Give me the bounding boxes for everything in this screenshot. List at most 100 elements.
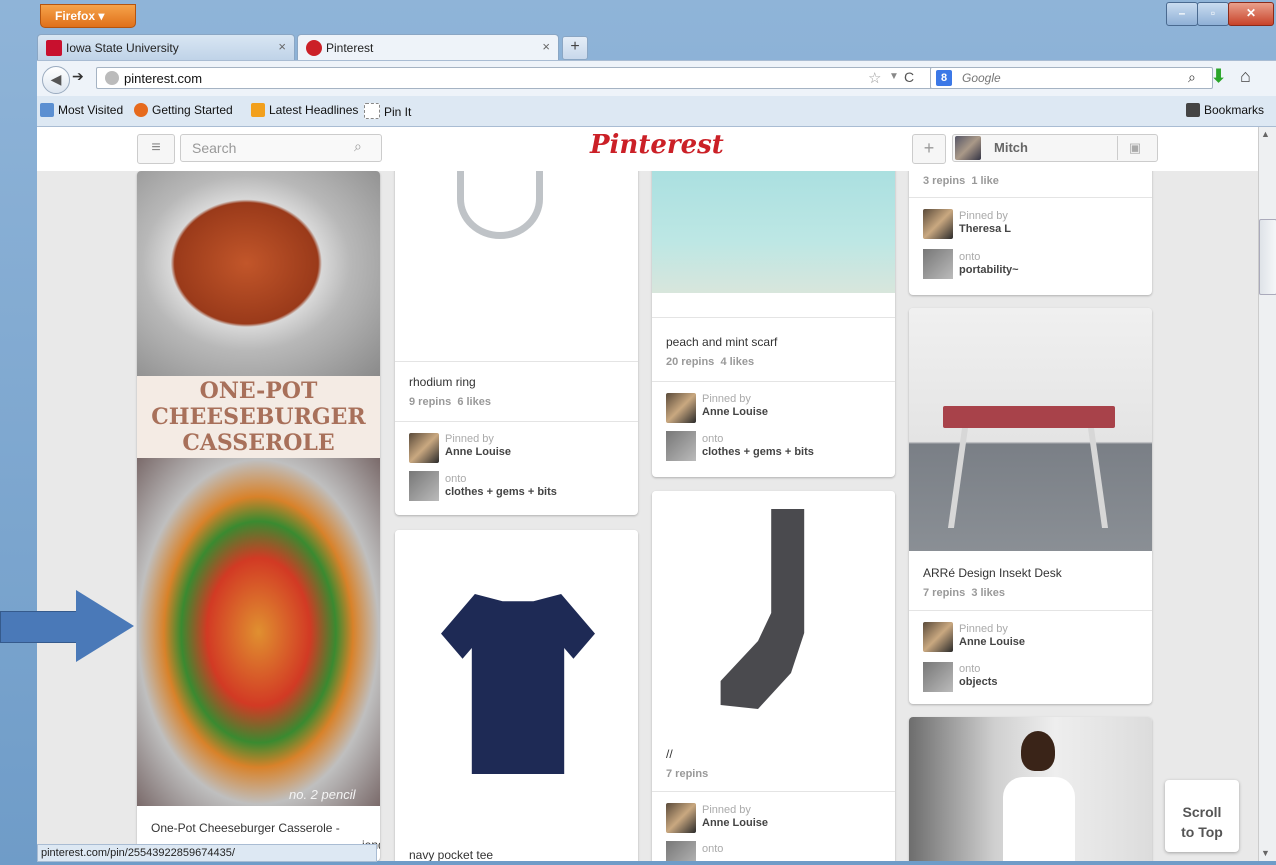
download-icon[interactable]: ⬇	[1211, 66, 1226, 87]
status-bar-url: pinterest.com/pin/25543922859674435/	[37, 844, 377, 862]
board-thumbnail[interactable]	[666, 431, 696, 461]
pin-title[interactable]: ARRé Design Insekt Desk	[923, 566, 1062, 580]
pin-title[interactable]: peach and mint scarf	[666, 335, 777, 349]
onto-label: onto	[959, 663, 981, 675]
isu-favicon-icon	[46, 40, 62, 56]
scarf-image[interactable]	[652, 171, 895, 293]
pin-title[interactable]: //	[666, 747, 673, 761]
scroll-down-arrow-icon[interactable]: ▼	[1261, 848, 1270, 858]
new-tab-button[interactable]: +	[562, 36, 588, 60]
hamburger-menu-icon[interactable]: ≡	[137, 134, 175, 164]
casserole-top-image[interactable]	[137, 171, 380, 376]
onto-label: onto	[702, 433, 724, 445]
scrollbar-thumb[interactable]	[1259, 219, 1276, 295]
page-icon	[364, 103, 380, 119]
maximize-button[interactable]: ▫	[1197, 2, 1229, 26]
url-dropdown-icon[interactable]: ▼	[889, 71, 899, 82]
pin-rhodium-ring[interactable]: rhodium ring 9 repins 6 likes Pinned by …	[395, 171, 638, 515]
pin-theresa[interactable]: 3 repins 1 like Pinned by Theresa L onto…	[909, 171, 1152, 295]
annotation-arrow-head	[76, 590, 134, 662]
url-text[interactable]: pinterest.com	[124, 71, 202, 86]
board-thumbnail[interactable]	[923, 662, 953, 692]
url-bar[interactable]	[96, 67, 936, 89]
pin-peach-mint-scarf[interactable]: peach and mint scarf 20 repins 4 likes P…	[652, 171, 895, 477]
pinned-by-label: Pinned by	[445, 433, 494, 445]
bookmark-star-icon[interactable]: ☆	[868, 69, 881, 87]
pin-sock[interactable]: // 7 repins Pinned by Anne Louise onto	[652, 491, 895, 861]
desk-image[interactable]	[909, 308, 1152, 551]
add-pin-button[interactable]: +	[912, 134, 946, 164]
pin-woman-outfit[interactable]	[909, 717, 1152, 861]
bookmark-most-visited[interactable]: Most Visited	[40, 103, 123, 117]
globe-icon	[105, 71, 119, 85]
tab-label: Pinterest	[326, 41, 374, 55]
pinner-name[interactable]: Theresa L	[959, 223, 1011, 235]
pinner-name[interactable]: Anne Louise	[959, 636, 1025, 648]
onto-label: onto	[445, 473, 467, 485]
pinned-by-label: Pinned by	[959, 623, 1008, 635]
pinterest-logo[interactable]: Pinterest	[590, 130, 724, 160]
repin-count: 3 repins 1 like	[923, 175, 999, 187]
reload-icon[interactable]: C	[904, 69, 914, 85]
board-thumbnail[interactable]	[409, 471, 439, 501]
board-name[interactable]: clothes + gems + bits	[445, 486, 557, 498]
pinned-by-label: Pinned by	[959, 210, 1008, 222]
bookmark-getting-started[interactable]: Getting Started	[134, 103, 233, 117]
google-icon[interactable]: 8	[936, 70, 952, 86]
repin-count: 7 repins 3 likes	[923, 587, 1005, 599]
search-placeholder[interactable]: Search	[192, 140, 236, 156]
scroll-up-arrow-icon[interactable]: ▲	[1261, 129, 1270, 139]
repin-count: 9 repins 6 likes	[409, 396, 491, 408]
board-thumbnail[interactable]	[666, 841, 696, 861]
casserole-overlay-text: ONE-POT CHEESEBURGER CASSEROLE	[151, 378, 366, 456]
minimize-button[interactable]: –	[1166, 2, 1198, 26]
pinner-name[interactable]: Anne Louise	[702, 817, 768, 829]
pinner-name[interactable]: Anne Louise	[445, 446, 511, 458]
bookmarks-star-icon	[1186, 103, 1200, 117]
repin-count: 7 repins	[666, 768, 709, 780]
tab-iowa-state[interactable]: Iowa State University ×	[37, 34, 295, 60]
pinner-avatar[interactable]	[409, 433, 439, 463]
tab-pinterest[interactable]: Pinterest ×	[297, 34, 559, 60]
pin-navy-pocket-tee[interactable]: navy pocket tee	[395, 530, 638, 861]
search-icon[interactable]: ⌕	[1188, 69, 1196, 86]
most-visited-icon	[40, 103, 54, 117]
pinned-by-label: Pinned by	[702, 393, 751, 405]
pinterest-favicon-icon	[306, 40, 322, 56]
search-icon[interactable]: ⌕	[354, 138, 362, 155]
board-name[interactable]: portability~	[959, 264, 1019, 276]
pin-casserole[interactable]: ONE-POT CHEESEBURGER CASSEROLE no. 2 pen…	[137, 171, 380, 861]
scroll-to-top-button[interactable]: Scroll to Top	[1165, 780, 1239, 852]
close-tab-icon[interactable]: ×	[278, 39, 286, 54]
close-tab-icon[interactable]: ×	[542, 39, 550, 54]
board-name[interactable]: objects	[959, 676, 998, 688]
repin-count: 20 repins 4 likes	[666, 356, 755, 368]
onto-label: onto	[702, 843, 724, 855]
avatar[interactable]	[955, 136, 981, 160]
pin-title[interactable]: One-Pot Cheeseburger Casserole -	[151, 821, 340, 835]
pinner-avatar[interactable]	[666, 803, 696, 833]
board-name[interactable]: clothes + gems + bits	[702, 446, 814, 458]
search-engine-placeholder[interactable]: Google	[962, 71, 1001, 85]
notifications-icon[interactable]: ▣	[1117, 136, 1152, 160]
pin-title[interactable]: rhodium ring	[409, 375, 476, 389]
pin-insekt-desk[interactable]: ARRé Design Insekt Desk 7 repins 3 likes…	[909, 308, 1152, 704]
user-name[interactable]: Mitch	[994, 140, 1028, 155]
bookmark-latest-headlines[interactable]: Latest Headlines	[251, 103, 358, 117]
bookmark-pin-it[interactable]: Pin It	[364, 103, 411, 119]
desk-top-shape	[943, 406, 1115, 428]
close-window-button[interactable]: ✕	[1228, 2, 1274, 26]
casserole-bottom-image[interactable]	[137, 458, 380, 806]
pinner-avatar[interactable]	[923, 209, 953, 239]
firefox-menu-button[interactable]: Firefox ▾	[40, 4, 136, 28]
home-icon[interactable]: ⌂	[1240, 66, 1251, 87]
pin-title[interactable]: navy pocket tee	[409, 848, 493, 861]
board-thumbnail[interactable]	[923, 249, 953, 279]
bookmarks-menu[interactable]: Bookmarks	[1186, 103, 1264, 117]
back-button[interactable]: ◀	[42, 66, 70, 94]
forward-button[interactable]: ➔	[72, 68, 84, 85]
tab-label: Iowa State University	[66, 41, 179, 55]
pinner-avatar[interactable]	[666, 393, 696, 423]
pinner-avatar[interactable]	[923, 622, 953, 652]
pinner-name[interactable]: Anne Louise	[702, 406, 768, 418]
